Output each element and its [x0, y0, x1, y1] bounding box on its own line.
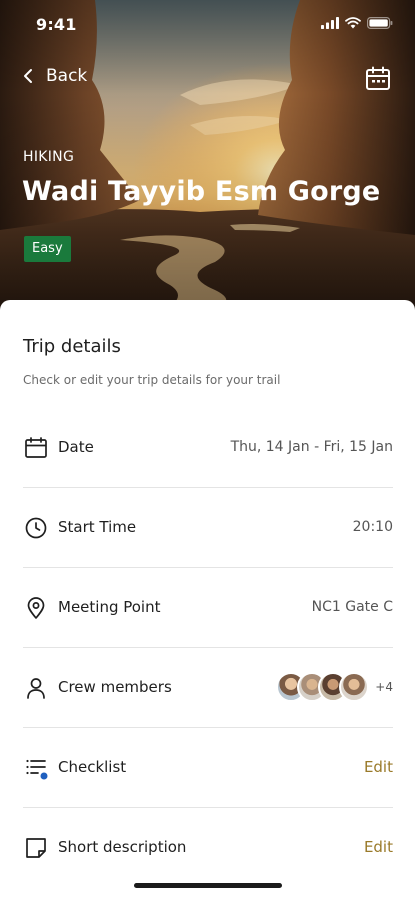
chevron-left-icon [24, 69, 32, 83]
row-label: Checklist [58, 758, 127, 776]
crew-avatars[interactable]: +4 [276, 672, 393, 702]
section-title: Trip details [23, 336, 121, 357]
row-label: Start Time [58, 518, 137, 536]
person-icon [27, 678, 45, 699]
trip-details-sheet: Trip details Check or edit your trip det… [0, 300, 415, 900]
notification-dot [40, 772, 48, 780]
row-label: Short description [58, 838, 187, 856]
back-label: Back [46, 66, 88, 86]
crew-extra-count: +4 [375, 680, 393, 694]
home-indicator[interactable] [134, 883, 282, 888]
wifi-icon [345, 17, 361, 29]
note-icon [26, 838, 46, 858]
battery-icon [367, 17, 393, 29]
start-time-value: 20:10 [352, 519, 393, 535]
row-short-description[interactable]: Short description Edit [0, 808, 415, 888]
calendar-icon [25, 437, 47, 458]
row-label: Crew members [58, 678, 172, 696]
status-bar: 9:41 [0, 0, 415, 48]
row-start-time[interactable]: Start Time 20:10 [0, 488, 415, 568]
meeting-point-value: NC1 Gate C [311, 599, 393, 615]
phone-screen: 9:41 Back HIKING Wadi Tayyib Esm Gorge E… [0, 0, 415, 900]
back-button[interactable]: Back [22, 66, 87, 86]
trail-title: Wadi Tayyib Esm Gorge [22, 176, 381, 207]
difficulty-badge: Easy [24, 236, 71, 262]
hero-image: 9:41 Back HIKING Wadi Tayyib Esm Gorge E… [0, 0, 415, 312]
clock-icon [25, 517, 47, 539]
trail-category: HIKING [23, 149, 75, 165]
section-subtitle: Check or edit your trip details for your… [23, 373, 281, 387]
row-date[interactable]: Date Thu, 14 Jan - Fri, 15 Jan [0, 408, 415, 488]
status-time: 9:41 [36, 15, 77, 34]
cellular-signal-icon [321, 17, 339, 29]
row-label: Date [58, 438, 94, 456]
description-edit-link[interactable]: Edit [364, 838, 393, 856]
checklist-icon [26, 759, 48, 780]
avatar [339, 672, 370, 702]
row-meeting-point[interactable]: Meeting Point NC1 Gate C [0, 568, 415, 648]
date-value: Thu, 14 Jan - Fri, 15 Jan [230, 439, 393, 455]
location-pin-icon [27, 597, 45, 619]
checklist-edit-link[interactable]: Edit [364, 758, 393, 776]
calendar-icon[interactable] [365, 66, 391, 92]
row-checklist[interactable]: Checklist Edit [0, 728, 415, 808]
row-label: Meeting Point [58, 598, 161, 616]
status-icons [321, 17, 393, 29]
row-crew-members[interactable]: Crew members +4 [0, 648, 415, 728]
